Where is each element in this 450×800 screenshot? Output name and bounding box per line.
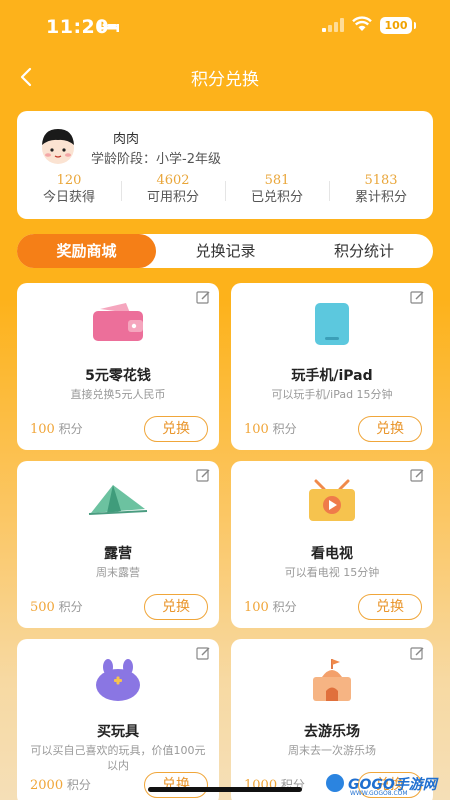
- points-value: 2000: [30, 778, 64, 793]
- stat-label: 已兑积分: [250, 190, 303, 205]
- reward-title: 露营: [104, 546, 132, 562]
- tab-bar: 奖励商城 兑换记录 积分统计: [17, 234, 433, 268]
- redeem-button[interactable]: 兑换: [144, 772, 208, 798]
- reward-card[interactable]: 5元零花钱 直接兑换5元人民币 100 积分 兑换: [17, 283, 219, 450]
- level-value: 小学-2年级: [156, 152, 221, 167]
- stat-today: 120 今日获得: [17, 173, 121, 209]
- stat-value: 5183: [364, 173, 398, 188]
- watermark: GOGO手游网 WWW.GOGO8.COM: [324, 772, 442, 798]
- wifi-icon: [352, 16, 372, 31]
- reward-card[interactable]: 玩手机/iPad 可以玩手机/iPad 15分钟 100 积分 兑换: [231, 283, 433, 450]
- watermark-logo-icon: [324, 772, 346, 794]
- reward-title: 5元零花钱: [85, 368, 151, 384]
- level-label: 学龄阶段：: [91, 152, 157, 167]
- reward-desc: 周末露营: [96, 566, 140, 579]
- avatar-icon: [42, 129, 74, 164]
- reward-card[interactable]: 露营 周末露营 500 积分 兑换: [17, 461, 219, 628]
- reward-illustration: [17, 479, 219, 527]
- toy-icon: [96, 659, 140, 701]
- nav-bar: 积分兑换: [0, 52, 450, 102]
- reward-title: 玩手机/iPad: [291, 368, 373, 384]
- reward-desc: 可以看电视 15分钟: [284, 566, 380, 579]
- points-unit: 积分: [58, 422, 83, 436]
- tab-reward-store[interactable]: 奖励商城: [17, 234, 156, 268]
- watermark-sub: WWW.GOGO8.COM: [350, 790, 408, 797]
- points-unit: 积分: [272, 600, 297, 614]
- stat-value: 4602: [156, 173, 190, 188]
- tab-redeem-history[interactable]: 兑换记录: [156, 234, 295, 268]
- stat-available: 4602 可用积分: [121, 173, 225, 209]
- reward-desc: 直接兑换5元人民币: [70, 388, 166, 401]
- reward-desc: 可以玩手机/iPad 15分钟: [271, 388, 393, 401]
- reward-illustration: [231, 479, 433, 527]
- redeem-button[interactable]: 兑换: [144, 594, 208, 620]
- reward-illustration: [17, 657, 219, 705]
- home-indicator[interactable]: [148, 787, 302, 792]
- points-unit: 积分: [66, 778, 91, 792]
- reward-illustration: [231, 657, 433, 705]
- tent-icon: [88, 485, 148, 515]
- reward-points: 100 积分: [244, 598, 297, 615]
- reward-card[interactable]: 买玩具 可以买自己喜欢的玩具，价值100元以内 2000 积分 兑换: [17, 639, 219, 800]
- signal-icon: [322, 18, 344, 32]
- wallet-icon: [93, 303, 143, 341]
- stat-value: 120: [56, 173, 82, 188]
- reward-points: 500 积分: [30, 598, 83, 615]
- redeem-button[interactable]: 兑换: [144, 416, 208, 442]
- stat-total: 5183 累计积分: [329, 173, 433, 209]
- reward-illustration: [17, 301, 219, 349]
- castle-icon: [313, 659, 351, 701]
- tv-icon: [309, 479, 355, 521]
- reward-title: 买玩具: [97, 724, 139, 740]
- reward-points: 100 积分: [244, 420, 297, 437]
- stat-label: 可用积分: [146, 190, 199, 205]
- user-name: 肉肉: [113, 132, 140, 147]
- reward-points: 100 积分: [30, 420, 83, 437]
- points-value: 100: [244, 600, 269, 615]
- reward-desc: 周末去一次游乐场: [288, 744, 376, 757]
- reward-title: 看电视: [311, 546, 353, 562]
- points-unit: 积分: [58, 600, 83, 614]
- redeem-button[interactable]: 兑换: [358, 416, 422, 442]
- reward-card[interactable]: 看电视 可以看电视 15分钟 100 积分 兑换: [231, 461, 433, 628]
- redeem-button[interactable]: 兑换: [358, 594, 422, 620]
- points-value: 100: [244, 422, 269, 437]
- sleep-focus-icon: [99, 21, 119, 32]
- user-level: 学龄阶段：小学-2年级: [91, 148, 221, 167]
- reward-points: 2000 积分: [30, 776, 91, 793]
- points-value: 500: [30, 600, 55, 615]
- stat-value: 581: [264, 173, 290, 188]
- tablet-icon: [315, 303, 349, 345]
- tab-points-stats[interactable]: 积分统计: [295, 234, 433, 268]
- stat-label: 今日获得: [42, 190, 95, 205]
- status-bar: 11:20 100: [0, 0, 450, 52]
- points-value: 100: [30, 422, 55, 437]
- reward-desc: 可以买自己喜欢的玩具，价值100元以内: [30, 744, 206, 772]
- reward-title: 去游乐场: [304, 724, 360, 740]
- points-stats: 120 今日获得 4602 可用积分 581 已兑积分 5183 累计积分: [17, 173, 433, 209]
- page-title: 积分兑换: [191, 70, 259, 90]
- stat-redeemed: 581 已兑积分: [225, 173, 329, 209]
- profile-card: 肉肉 学龄阶段：小学-2年级 120 今日获得 4602 可用积分 581 已兑…: [17, 111, 433, 219]
- points-unit: 积分: [272, 422, 297, 436]
- stat-label: 累计积分: [354, 190, 407, 205]
- reward-illustration: [231, 301, 433, 349]
- battery-indicator: 100: [380, 17, 416, 34]
